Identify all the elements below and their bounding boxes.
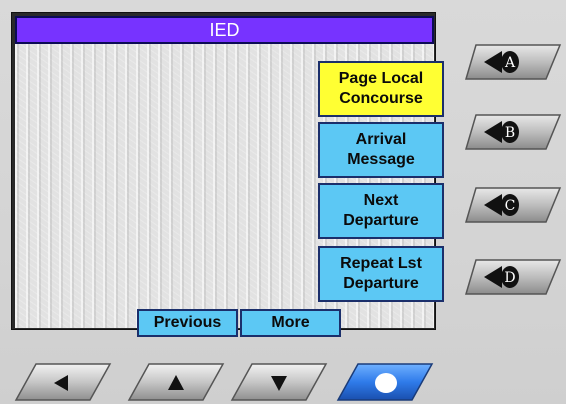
softkey-c-button[interactable]: C <box>464 186 562 224</box>
select-button[interactable] <box>336 362 434 402</box>
option-label: Next Departure <box>343 192 419 229</box>
softkey-d-button[interactable]: D <box>464 258 562 296</box>
left-arrow-icon <box>14 363 112 401</box>
softkey-b-button[interactable]: B <box>464 113 562 151</box>
option-label: Repeat Lst Departure <box>340 255 422 292</box>
option-label: Page Local Concourse <box>338 70 424 107</box>
option-arrival-message[interactable]: Arrival Message <box>318 122 444 178</box>
svg-text:D: D <box>504 270 515 286</box>
up-arrow-button[interactable] <box>127 362 225 402</box>
svg-text:A: A <box>504 55 516 71</box>
previous-button[interactable]: Previous <box>137 309 238 337</box>
down-arrow-button[interactable] <box>230 362 328 402</box>
left-arrow-button[interactable] <box>14 362 112 402</box>
up-arrow-icon <box>127 363 225 401</box>
display-screen: IED Page Local Concourse Arrival Message… <box>11 12 444 337</box>
screen-title: IED <box>15 16 434 44</box>
option-next-departure[interactable]: Next Departure <box>318 183 444 239</box>
left-pointer-C-icon: C <box>464 187 562 223</box>
left-pointer-A-icon: A <box>464 44 562 80</box>
svg-text:C: C <box>505 198 516 214</box>
down-arrow-icon <box>230 363 328 401</box>
select-dot-icon <box>336 363 434 401</box>
left-pointer-D-icon: D <box>464 259 562 295</box>
option-repeat-last-departure[interactable]: Repeat Lst Departure <box>318 246 444 302</box>
option-label: Arrival Message <box>347 131 415 168</box>
more-button[interactable]: More <box>240 309 341 337</box>
left-pointer-B-icon: B <box>464 114 562 150</box>
svg-text:B: B <box>505 125 515 141</box>
softkey-a-button[interactable]: A <box>464 43 562 81</box>
option-page-local-concourse[interactable]: Page Local Concourse <box>318 61 444 117</box>
